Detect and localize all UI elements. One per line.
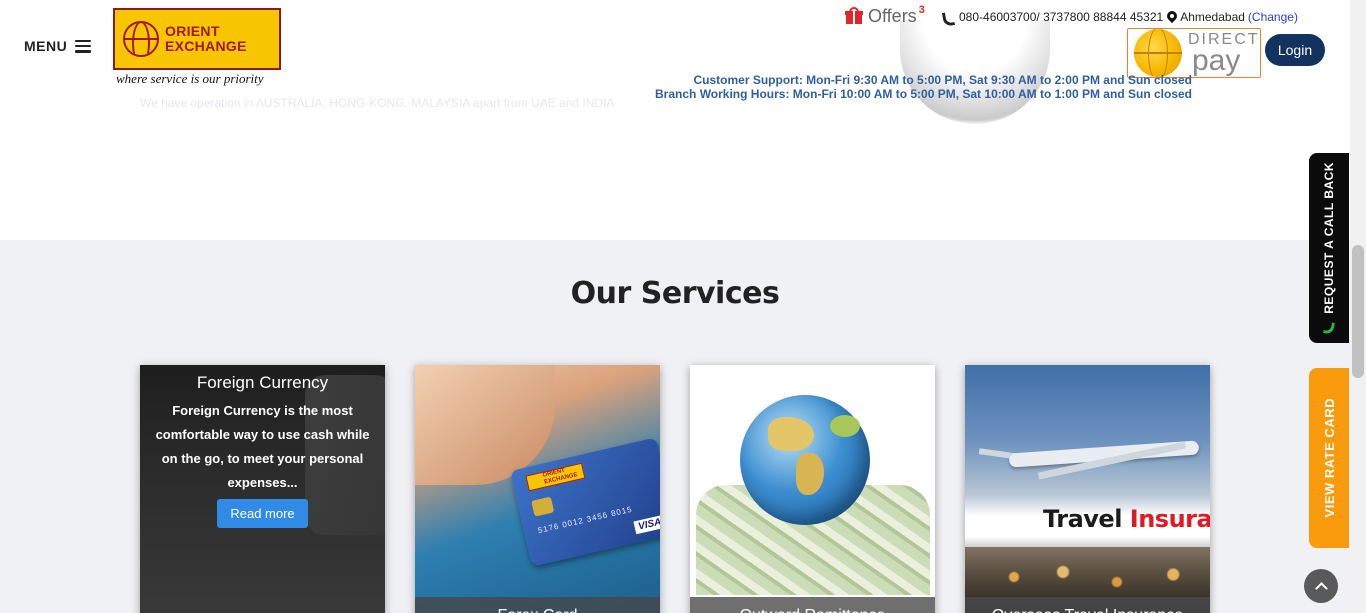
offers-label: Offers: [868, 6, 917, 26]
menu-label: MENU: [24, 38, 68, 54]
services-section: Our Services Foreign Currency Foreign Cu…: [0, 240, 1350, 613]
request-callback-label: REQUEST A CALL BACK: [1322, 162, 1336, 314]
city-lights-image: [965, 547, 1210, 597]
about-faded-text: We have operation in AUSTRALIA, HONG-KON…: [140, 96, 615, 110]
services-title: Our Services: [570, 276, 780, 311]
login-button[interactable]: Login: [1265, 34, 1325, 66]
chevron-up-icon: [1314, 581, 1328, 595]
offers-link[interactable]: Offers 3: [845, 4, 925, 27]
site-logo[interactable]: ORIENT EXCHANGE: [113, 8, 281, 70]
about-globe-image: [900, 20, 1050, 124]
logo-globe-icon: [123, 21, 159, 57]
service-card-title: Outward Remittance: [690, 597, 935, 613]
support-hours: Customer Support: Mon-Fri 9:30 AM to 5:0…: [655, 73, 1192, 101]
logo-line2: EXCHANGE: [165, 38, 247, 54]
direct-pay-word2: pay: [1192, 44, 1241, 77]
view-rate-card-tab[interactable]: VIEW RATE CARD: [1309, 368, 1349, 548]
map-pin-icon: [1167, 11, 1177, 24]
branch-working-hours: Branch Working Hours: Mon-Fri 10:00 AM t…: [655, 87, 1192, 101]
direct-pay-button[interactable]: DIRECT pay: [1127, 28, 1261, 78]
gift-icon: [845, 7, 863, 24]
change-city-link[interactable]: (Change): [1248, 10, 1298, 24]
phone-number[interactable]: 080-46003700/ 3737800 88844 45321: [959, 10, 1163, 24]
service-card-travel-insurance[interactable]: Travel Insura Overseas Travel Insurance: [965, 365, 1210, 613]
customer-support-hours: Customer Support: Mon-Fri 9:30 AM to 5:0…: [693, 73, 1192, 87]
service-card-title: Overseas Travel Insurance: [965, 597, 1210, 613]
banner-word1: Travel: [1043, 505, 1122, 533]
globe-land-3: [830, 415, 860, 437]
read-more-button[interactable]: Read more: [217, 499, 308, 528]
service-card-overlay: Foreign Currency Foreign Currency is the…: [140, 365, 385, 613]
service-card-title: Forex Card: [415, 597, 660, 613]
travel-insurance-banner: Travel Insura: [1043, 505, 1210, 533]
contact-bar: 080-46003700/ 3737800 88844 45321 Ahmeda…: [942, 10, 1298, 24]
visa-logo: VISA: [633, 514, 660, 535]
offers-count-badge: 3: [918, 4, 925, 16]
banner-word2: Insura: [1129, 505, 1210, 533]
phone-icon: [942, 11, 954, 24]
city-name: Ahmedabad: [1180, 10, 1245, 24]
request-callback-tab[interactable]: REQUEST A CALL BACK: [1309, 153, 1349, 343]
service-card-description: Foreign Currency is the most comfortable…: [155, 403, 370, 490]
logo-line1: ORIENT: [165, 23, 220, 39]
hamburger-icon: [75, 39, 92, 53]
service-card-forex-card[interactable]: ORIENT EXCHANGE 5176 0012 3456 8015 VISA…: [415, 365, 660, 613]
card-chip-icon: [531, 496, 555, 517]
service-card-foreign-currency[interactable]: Foreign Currency Foreign Currency is the…: [140, 365, 385, 613]
service-card-title: Foreign Currency: [196, 373, 329, 392]
scroll-to-top-button[interactable]: [1304, 569, 1338, 603]
scrollbar-thumb[interactable]: [1352, 245, 1364, 378]
service-card-outward-remittance[interactable]: Outward Remittance: [690, 365, 935, 613]
direct-pay-globe-icon: [1134, 29, 1182, 77]
forex-card-logo: ORIENT EXCHANGE: [525, 462, 586, 492]
logo-wordmark: ORIENT EXCHANGE: [165, 24, 247, 54]
view-rate-card-label: VIEW RATE CARD: [1321, 398, 1337, 518]
direct-pay-wordmark: DIRECT pay: [1188, 32, 1260, 77]
menu-button[interactable]: MENU: [24, 38, 92, 54]
logo-tagline: where service is our priority: [116, 71, 264, 86]
phone-icon: [1323, 321, 1335, 335]
globe-land-1: [768, 417, 814, 451]
